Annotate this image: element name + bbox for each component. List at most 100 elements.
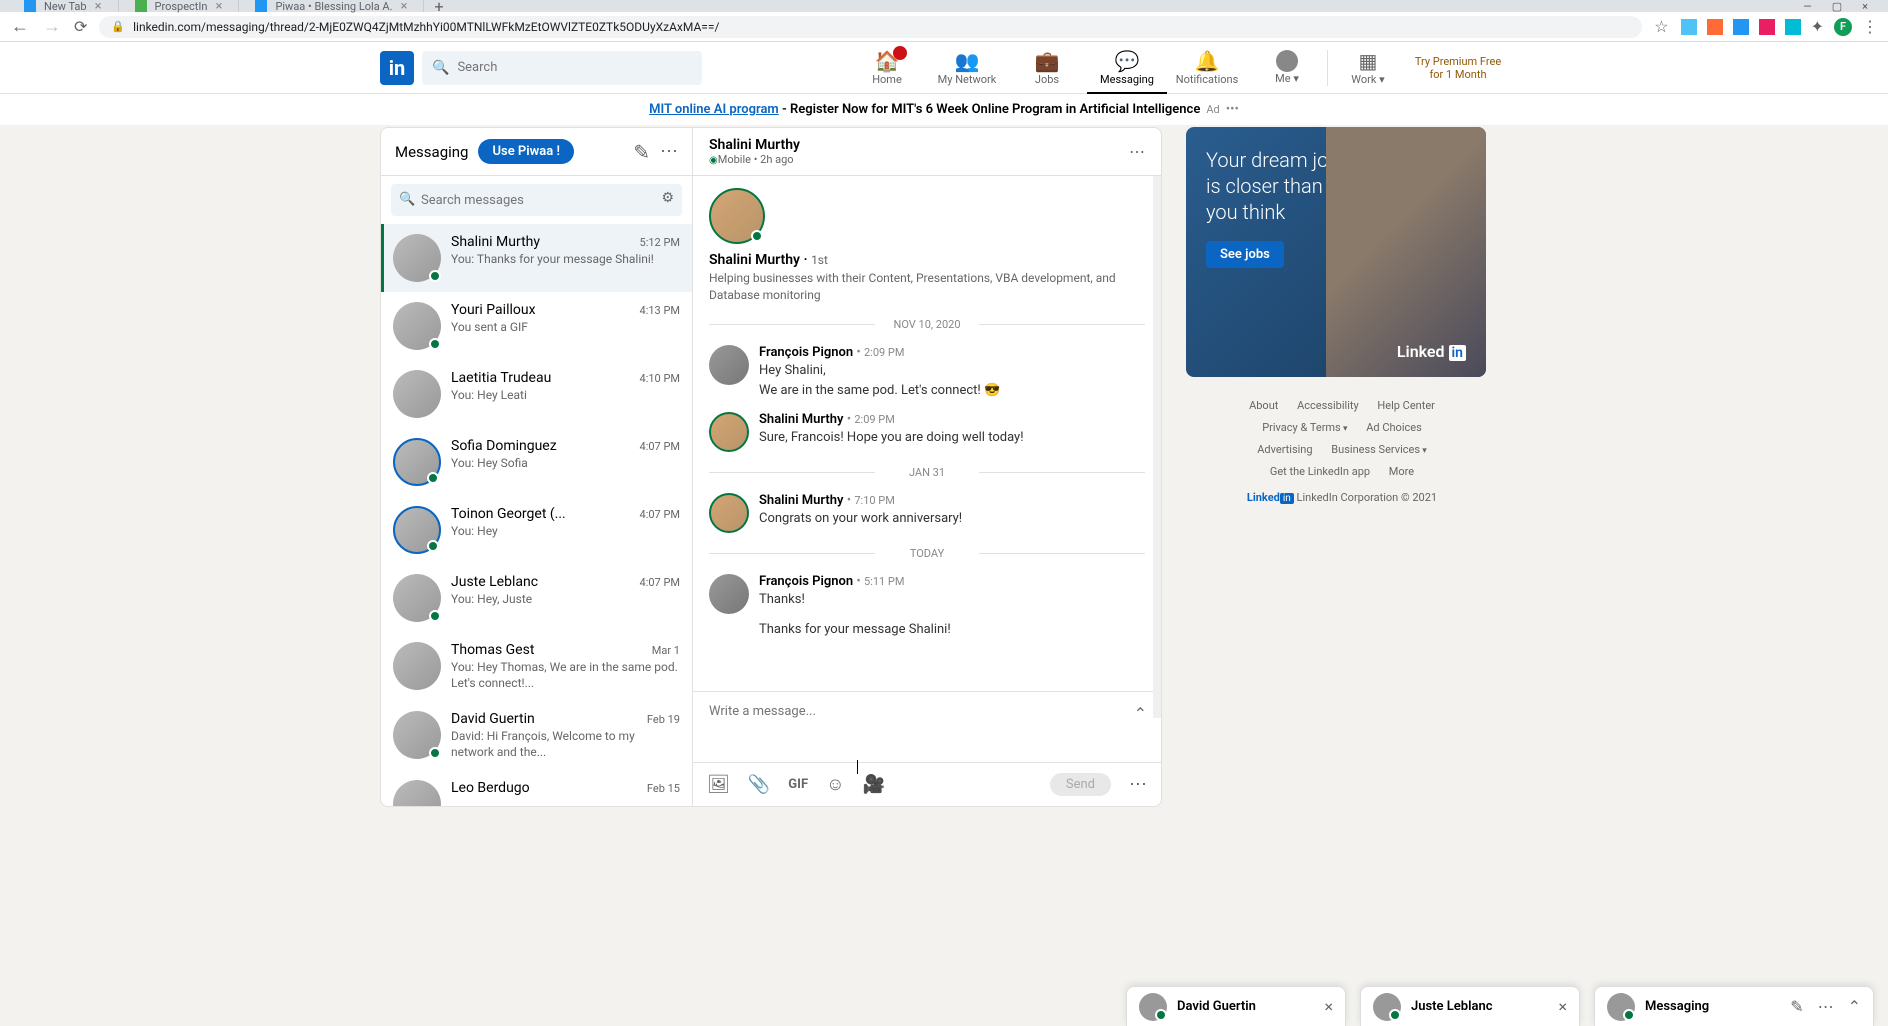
search-icon: 🔍 xyxy=(432,60,449,76)
send-button[interactable]: Send xyxy=(1050,773,1111,796)
chevron-up-icon[interactable]: ⌃ xyxy=(1848,997,1861,1016)
image-icon[interactable]: 🖼 xyxy=(707,774,730,795)
extension-icon[interactable] xyxy=(1733,19,1749,35)
more-icon[interactable]: ⋯ xyxy=(1818,997,1834,1016)
ad-cta-button[interactable]: See jobs xyxy=(1206,241,1284,268)
footer-link[interactable]: Ad Choices xyxy=(1366,421,1422,434)
footer-link[interactable]: More xyxy=(1389,465,1414,478)
message-sender[interactable]: François Pignon xyxy=(759,574,853,589)
messaging-tab[interactable]: Messaging ✎ ⋯ ⌃ xyxy=(1594,986,1874,1026)
ad-banner-link[interactable]: MIT online AI program xyxy=(649,102,779,117)
close-window-icon[interactable]: × xyxy=(1862,0,1868,13)
chat-tab[interactable]: Juste Leblanc × xyxy=(1360,986,1580,1026)
extension-icon[interactable] xyxy=(1785,19,1801,35)
linkedin-logo[interactable]: in xyxy=(380,51,414,85)
maximize-icon[interactable]: ▢ xyxy=(1832,0,1842,13)
message-sender[interactable]: Shalini Murthy xyxy=(759,493,844,508)
nav-me[interactable]: Me ▾ xyxy=(1247,42,1327,94)
address-bar: ← → ⟳ 🔒 linkedin.com/messaging/thread/2-… xyxy=(0,12,1888,42)
conversation-item[interactable]: Shalini Murthy 5:12 PM You: Thanks for y… xyxy=(381,224,692,292)
compose-more-icon[interactable]: ⋯ xyxy=(1129,774,1147,795)
tab-title: ProspectIn xyxy=(155,0,208,13)
footer-link[interactable]: Accessibility xyxy=(1297,399,1359,412)
close-icon[interactable]: × xyxy=(95,0,102,14)
avatar xyxy=(393,302,441,350)
footer-link[interactable]: Get the LinkedIn app xyxy=(1270,465,1370,478)
avatar[interactable] xyxy=(709,493,749,533)
compose-icon[interactable]: ✎ xyxy=(633,140,650,164)
nav-jobs[interactable]: 💼 Jobs xyxy=(1007,42,1087,94)
global-search[interactable]: 🔍 xyxy=(422,51,702,85)
close-icon[interactable]: × xyxy=(1324,997,1333,1016)
footer-link[interactable]: Business Services xyxy=(1331,443,1426,456)
url-input[interactable]: 🔒 linkedin.com/messaging/thread/2-MjE0ZW… xyxy=(99,16,1642,38)
ad-menu-icon[interactable]: ••• xyxy=(1226,102,1239,117)
back-icon[interactable]: ← xyxy=(10,16,30,37)
avatar[interactable] xyxy=(709,345,749,385)
avatar[interactable] xyxy=(709,574,749,614)
avatar[interactable] xyxy=(709,412,749,452)
use-piwaa-button[interactable]: Use Piwaa ! xyxy=(478,139,573,164)
sidebar-ad[interactable]: Your dream job is closer than you think … xyxy=(1186,127,1486,377)
bookmark-icon[interactable]: ☆ xyxy=(1654,17,1668,36)
compose-icon[interactable]: ✎ xyxy=(1790,997,1803,1016)
thread-contact-name[interactable]: Shalini Murthy xyxy=(709,137,800,153)
conversation-preview: You: Hey xyxy=(451,524,680,540)
nav-work[interactable]: ▦ Work ▾ xyxy=(1328,42,1408,94)
forward-icon[interactable]: → xyxy=(42,16,62,37)
video-icon[interactable]: 🎥 xyxy=(862,774,884,795)
emoji-icon[interactable]: ☺ xyxy=(826,774,844,795)
extensions-menu-icon[interactable]: ✦ xyxy=(1811,17,1824,36)
filter-icon[interactable]: ⚙ xyxy=(661,190,674,206)
compose-area[interactable]: ⌃ xyxy=(693,692,1161,762)
favicon-icon xyxy=(24,0,36,12)
message-text: We are in the same pod. Let's connect! 😎 xyxy=(759,382,1145,400)
extension-icon[interactable] xyxy=(1707,19,1723,35)
chrome-profile[interactable]: F xyxy=(1834,18,1852,36)
footer-link[interactable]: Privacy & Terms xyxy=(1262,421,1347,434)
message-sender[interactable]: François Pignon xyxy=(759,345,853,360)
reload-icon[interactable]: ⟳ xyxy=(74,17,87,36)
conversation-item[interactable]: Sofia Dominguez 4:07 PM You: Hey Sofia xyxy=(381,428,692,496)
nav-home[interactable]: 🏠 Home xyxy=(847,42,927,94)
footer-link[interactable]: Help Center xyxy=(1377,399,1435,412)
chrome-menu-icon[interactable]: ⋮ xyxy=(1862,17,1878,36)
browser-tab[interactable]: ProspectIn × xyxy=(119,0,240,12)
conversation-name: Sofia Dominguez xyxy=(451,438,557,454)
gif-button[interactable]: GIF xyxy=(788,777,808,792)
nav-network[interactable]: 👥 My Network xyxy=(927,42,1007,94)
browser-tab[interactable]: New Tab × xyxy=(8,0,119,12)
conversation-item[interactable]: David Guertin Feb 19 David: Hi François,… xyxy=(381,701,692,770)
thread-more-icon[interactable]: ⋯ xyxy=(1129,142,1145,161)
chevron-up-icon[interactable]: ⌃ xyxy=(1134,704,1147,723)
close-icon[interactable]: × xyxy=(215,0,222,14)
contact-profile-summary[interactable]: Shalini Murthy · 1st Helping businesses … xyxy=(709,188,1145,304)
footer-link[interactable]: Advertising xyxy=(1257,443,1312,456)
extension-icon[interactable] xyxy=(1681,19,1697,35)
minimize-icon[interactable]: — xyxy=(1803,0,1812,13)
extension-icon[interactable] xyxy=(1759,19,1775,35)
more-icon[interactable]: ⋯ xyxy=(660,141,678,162)
message-time: 2:09 PM xyxy=(854,413,894,426)
avatar xyxy=(393,574,441,622)
footer-link[interactable]: About xyxy=(1249,399,1278,412)
search-input[interactable] xyxy=(457,60,692,75)
attachment-icon[interactable]: 📎 xyxy=(748,774,770,795)
conversation-item[interactable]: Youri Pailloux 4:13 PM You sent a GIF xyxy=(381,292,692,360)
close-icon[interactable]: × xyxy=(400,0,407,14)
conversation-item[interactable]: Toinon Georget (... 4:07 PM You: Hey xyxy=(381,496,692,564)
new-tab-button[interactable]: + xyxy=(424,0,453,16)
conversation-item[interactable]: Leo Berdugo Feb 15 xyxy=(381,770,692,806)
browser-tab[interactable]: Piwaa • Blessing Lola A. × xyxy=(239,0,424,12)
message-input[interactable] xyxy=(709,704,1123,734)
conversation-item[interactable]: Juste Leblanc 4:07 PM You: Hey, Juste xyxy=(381,564,692,632)
message-sender[interactable]: Shalini Murthy xyxy=(759,412,844,427)
close-icon[interactable]: × xyxy=(1558,997,1567,1016)
conversation-item[interactable]: Thomas Gest Mar 1 You: Hey Thomas, We ar… xyxy=(381,632,692,701)
nav-notifications[interactable]: 🔔 Notifications xyxy=(1167,42,1247,94)
conversation-item[interactable]: Laetitia Trudeau 4:10 PM You: Hey Leati xyxy=(381,360,692,428)
chat-tab[interactable]: David Guertin × xyxy=(1126,986,1346,1026)
message-search-input[interactable] xyxy=(391,184,682,216)
nav-premium[interactable]: Try Premium Free for 1 Month xyxy=(1408,42,1508,94)
nav-messaging[interactable]: 💬 Messaging xyxy=(1087,42,1167,94)
